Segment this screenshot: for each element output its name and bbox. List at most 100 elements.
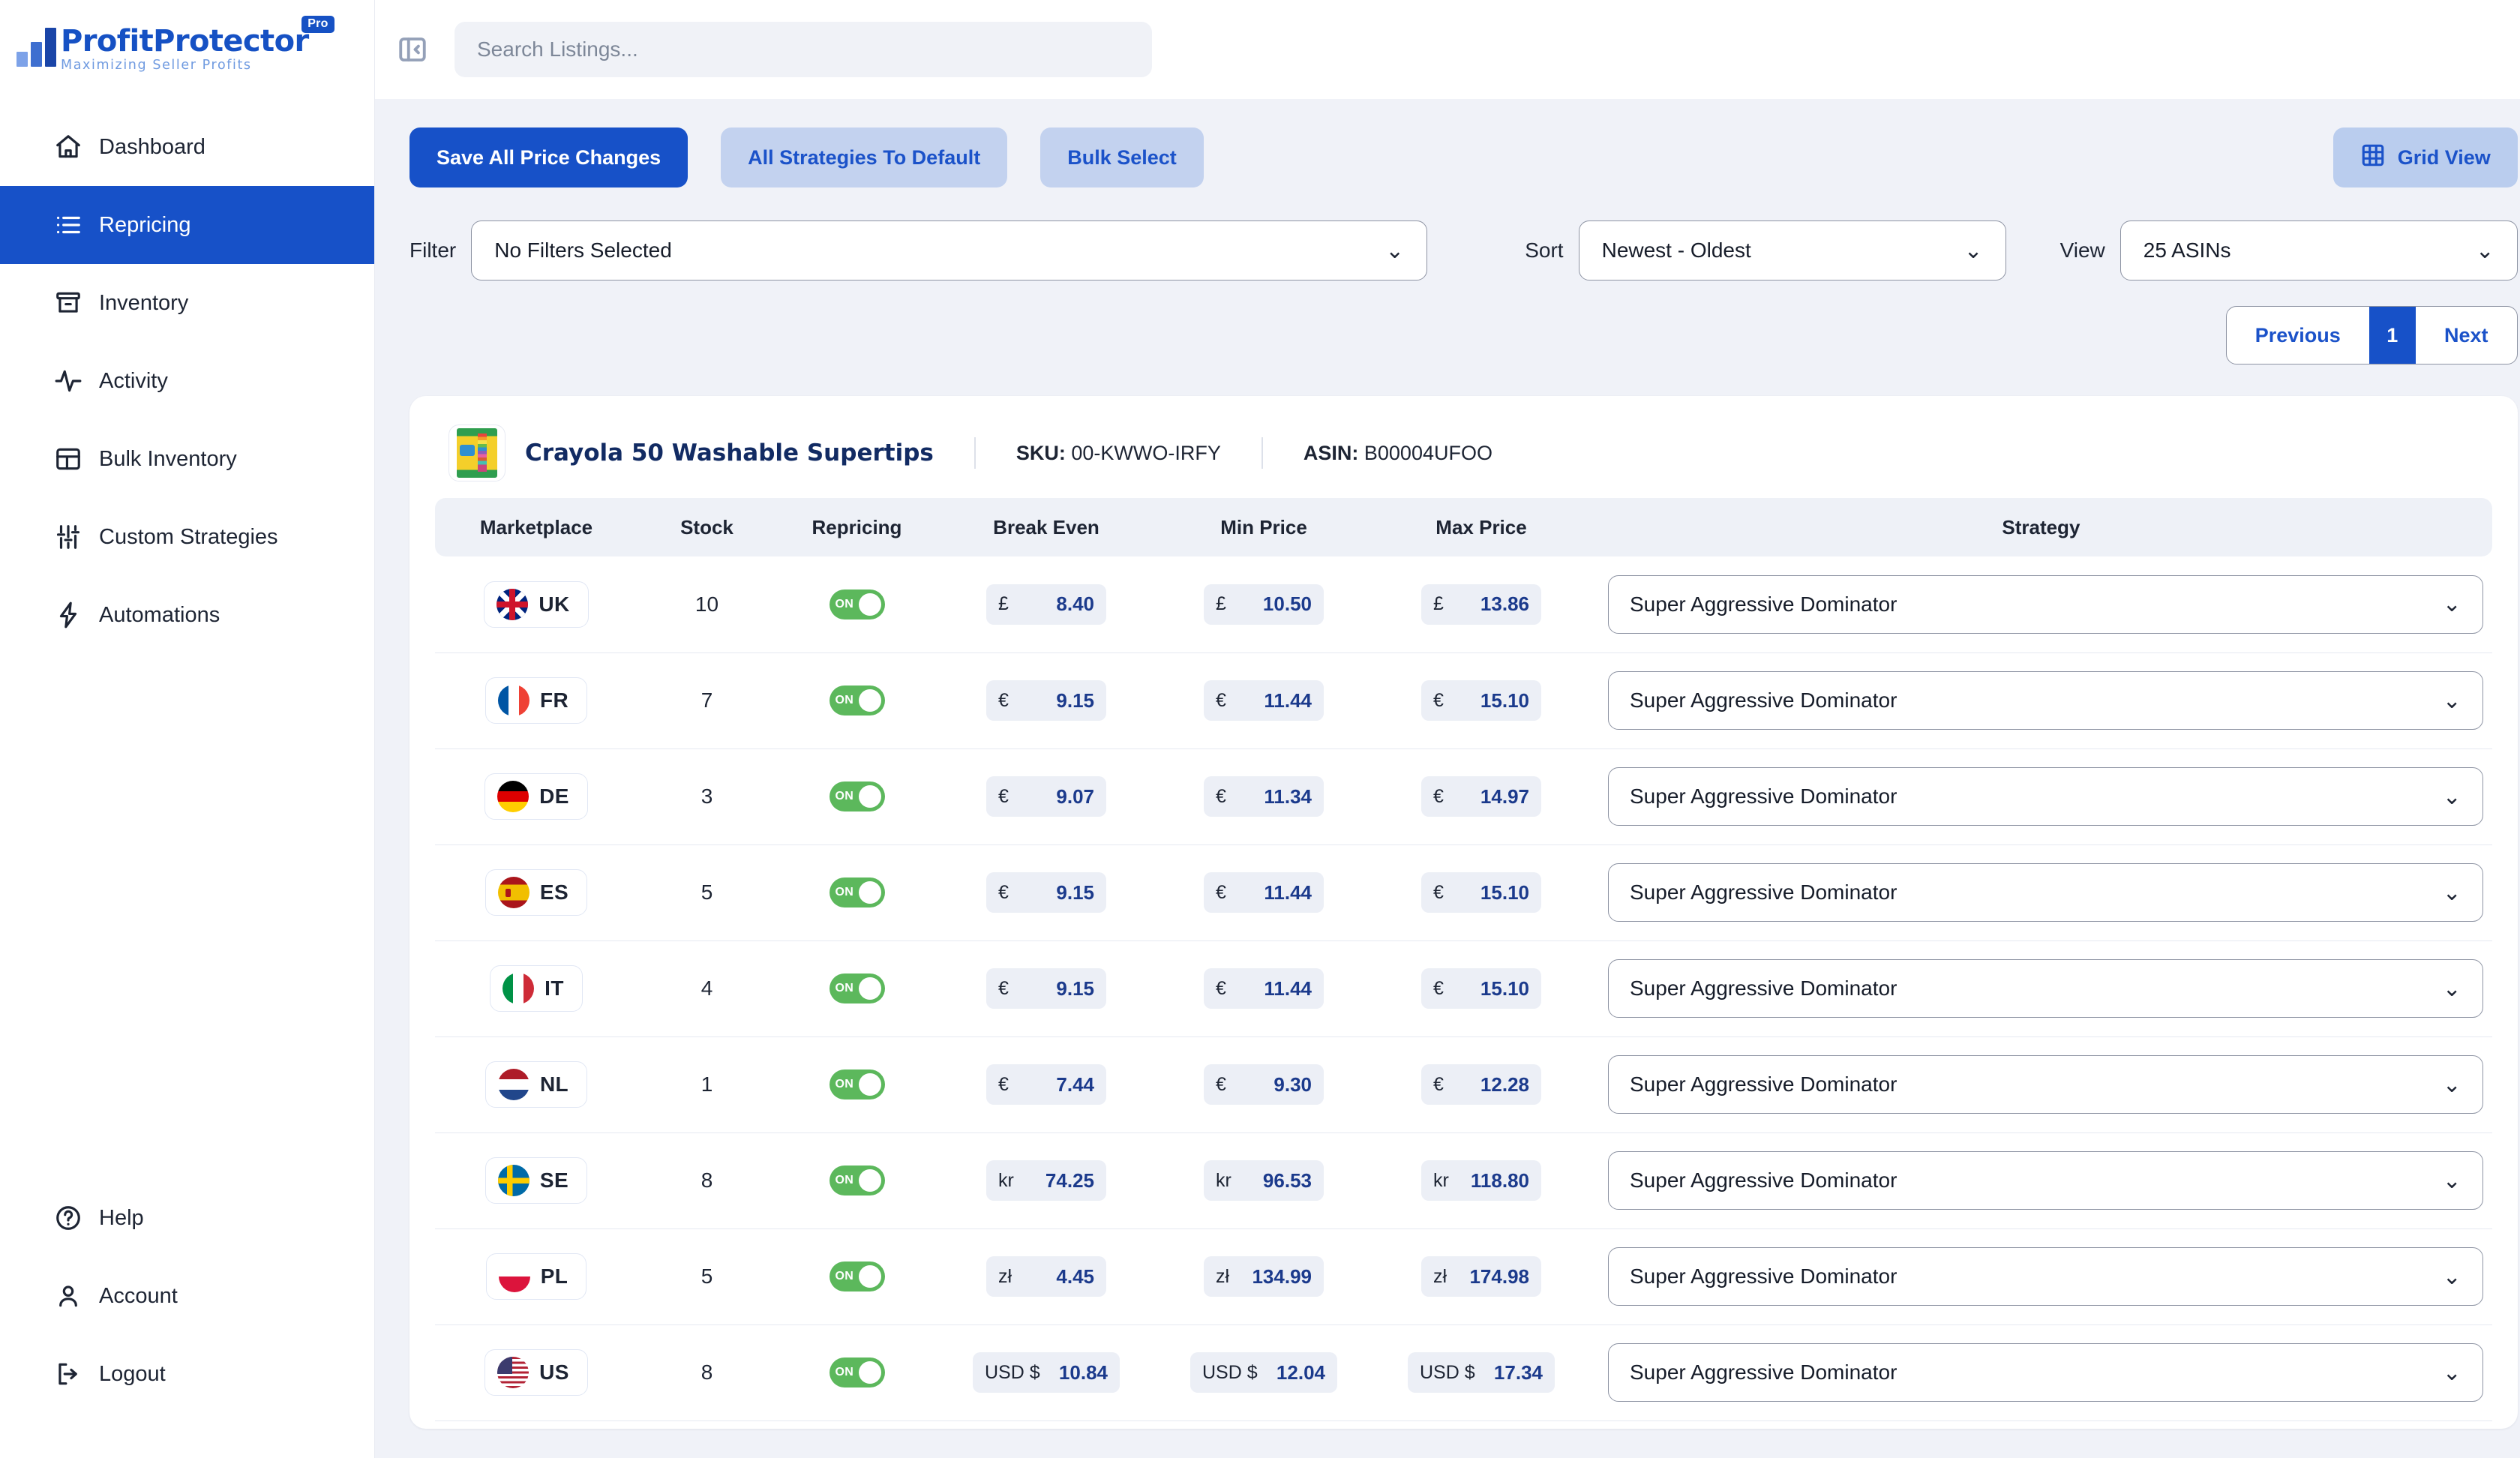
max-price-field[interactable]: €15.10 xyxy=(1421,872,1541,913)
cell-break-even: £8.40 xyxy=(938,556,1155,652)
page-number-1[interactable]: 1 xyxy=(2369,307,2416,364)
marketplace-badge-it[interactable]: IT xyxy=(490,965,583,1012)
strategy-select[interactable]: Super Aggressive Dominator⌄ xyxy=(1608,959,2483,1018)
stock-value: 5 xyxy=(701,1264,713,1288)
max-price-field[interactable]: €12.28 xyxy=(1421,1064,1541,1105)
strategy-select[interactable]: Super Aggressive Dominator⌄ xyxy=(1608,575,2483,634)
marketplace-badge-de[interactable]: DE xyxy=(484,773,588,820)
break-even-value: 4.45 xyxy=(1056,1265,1094,1288)
marketplace-badge-pl[interactable]: PL xyxy=(486,1253,587,1300)
max-price-field[interactable]: €14.97 xyxy=(1421,776,1541,817)
min-price-field[interactable]: USD $12.04 xyxy=(1190,1352,1337,1393)
max-price-value: 17.34 xyxy=(1494,1361,1543,1384)
pro-badge: Pro xyxy=(302,16,334,33)
repricing-toggle[interactable]: ON xyxy=(830,878,885,908)
repricing-toggle[interactable]: ON xyxy=(830,1262,885,1292)
strategy-select[interactable]: Super Aggressive Dominator⌄ xyxy=(1608,1343,2483,1402)
all-strategies-to-default-button[interactable]: All Strategies To Default xyxy=(721,128,1007,188)
marketplace-badge-nl[interactable]: NL xyxy=(485,1061,587,1108)
repricing-toggle[interactable]: ON xyxy=(830,1166,885,1196)
sidebar-item-activity[interactable]: Activity xyxy=(0,342,374,420)
strategy-select[interactable]: Super Aggressive Dominator⌄ xyxy=(1608,863,2483,922)
cell-repricing: ON xyxy=(776,1228,938,1324)
max-price-field[interactable]: zł174.98 xyxy=(1421,1256,1541,1297)
next-page-button[interactable]: Next xyxy=(2416,307,2517,364)
strategy-value: Super Aggressive Dominator xyxy=(1630,1264,1897,1288)
repricing-toggle[interactable]: ON xyxy=(830,686,885,716)
cell-stock: 7 xyxy=(638,652,776,748)
cell-max-price: £13.86 xyxy=(1372,556,1590,652)
min-price-field[interactable]: €11.44 xyxy=(1204,968,1324,1009)
sidebar-item-inventory[interactable]: Inventory xyxy=(0,264,374,342)
bulk-select-button[interactable]: Bulk Select xyxy=(1040,128,1204,188)
sidebar-item-account[interactable]: Account xyxy=(0,1257,374,1335)
toggle-state-label: ON xyxy=(836,1078,854,1091)
sidebar-item-custom-strategies[interactable]: Custom Strategies xyxy=(0,498,374,576)
break-even-field[interactable]: €9.15 xyxy=(986,872,1106,913)
max-price-field[interactable]: €15.10 xyxy=(1421,968,1541,1009)
strategy-select[interactable]: Super Aggressive Dominator⌄ xyxy=(1608,671,2483,730)
sidebar-item-bulk-inventory[interactable]: Bulk Inventory xyxy=(0,420,374,498)
sidebar-item-help[interactable]: Help xyxy=(0,1179,374,1257)
min-price-field[interactable]: €11.44 xyxy=(1204,872,1324,913)
break-even-field[interactable]: zł4.45 xyxy=(986,1256,1106,1297)
strategy-select[interactable]: Super Aggressive Dominator⌄ xyxy=(1608,1247,2483,1306)
product-card: Crayola 50 Washable Supertips SKU: 00-KW… xyxy=(410,396,2518,1429)
flag-icon-es xyxy=(498,877,530,908)
sidebar-item-automations[interactable]: Automations xyxy=(0,576,374,654)
marketplace-badge-se[interactable]: SE xyxy=(485,1157,587,1204)
max-price-field[interactable]: £13.86 xyxy=(1421,584,1541,625)
repricing-toggle[interactable]: ON xyxy=(830,1070,885,1100)
min-price-field[interactable]: €11.34 xyxy=(1204,776,1324,817)
break-even-field[interactable]: £8.40 xyxy=(986,584,1106,625)
min-price-field[interactable]: €9.30 xyxy=(1204,1064,1324,1105)
strategy-value: Super Aggressive Dominator xyxy=(1630,1168,1897,1192)
logo[interactable]: ProfitProtector Maximizing Seller Profit… xyxy=(0,0,374,99)
sort-select[interactable]: Newest - Oldest ⌄ xyxy=(1579,220,2006,280)
repricing-toggle[interactable]: ON xyxy=(830,974,885,1004)
min-price-field[interactable]: £10.50 xyxy=(1204,584,1324,625)
min-price-field[interactable]: zł134.99 xyxy=(1204,1256,1324,1297)
search-input[interactable] xyxy=(454,22,1152,77)
chevron-down-icon: ⌄ xyxy=(2443,1168,2462,1194)
max-price-field[interactable]: USD $17.34 xyxy=(1408,1352,1555,1393)
break-even-field[interactable]: €9.15 xyxy=(986,680,1106,721)
repricing-toggle[interactable]: ON xyxy=(830,782,885,812)
min-price-field[interactable]: €11.44 xyxy=(1204,680,1324,721)
strategy-select[interactable]: Super Aggressive Dominator ⌄ xyxy=(1608,1151,2483,1210)
min-price-value: 11.34 xyxy=(1264,785,1312,808)
sidebar-item-logout[interactable]: Logout xyxy=(0,1335,374,1413)
marketplace-badge-uk[interactable]: UK xyxy=(484,581,588,628)
sidebar-item-dashboard[interactable]: Dashboard xyxy=(0,108,374,186)
marketplace-badge-es[interactable]: ES xyxy=(485,869,587,916)
break-even-field[interactable]: USD $10.84 xyxy=(973,1352,1120,1393)
column-header-marketplace: Marketplace xyxy=(435,498,638,556)
cell-repricing: ON xyxy=(776,1324,938,1420)
sidebar-item-label: Automations xyxy=(99,603,220,628)
filter-select[interactable]: No Filters Selected ⌄ xyxy=(471,220,1427,280)
marketplace-badge-us[interactable]: US xyxy=(484,1349,588,1396)
sidebar-item-repricing[interactable]: Repricing xyxy=(0,186,374,264)
strategy-select[interactable]: Super Aggressive Dominator⌄ xyxy=(1608,767,2483,826)
grid-view-button[interactable]: Grid View xyxy=(2333,128,2518,188)
min-price-field[interactable]: kr96.53 xyxy=(1204,1160,1324,1201)
cell-break-even: USD $10.84 xyxy=(938,1324,1155,1420)
max-price-field[interactable]: kr118.80 xyxy=(1421,1160,1541,1201)
panel-collapse-icon[interactable] xyxy=(394,32,430,68)
view-select[interactable]: 25 ASINs ⌄ xyxy=(2120,220,2518,280)
save-all-price-changes-button[interactable]: Save All Price Changes xyxy=(410,128,688,188)
break-even-field[interactable]: €7.44 xyxy=(986,1064,1106,1105)
break-even-field[interactable]: €9.15 xyxy=(986,968,1106,1009)
marketplace-badge-fr[interactable]: FR xyxy=(485,677,587,724)
currency-symbol: USD $ xyxy=(1202,1362,1258,1384)
repricing-toggle[interactable]: ON xyxy=(830,1358,885,1388)
previous-page-button[interactable]: Previous xyxy=(2227,307,2369,364)
repricing-toggle[interactable]: ON xyxy=(830,590,885,620)
currency-symbol: € xyxy=(1216,1074,1226,1096)
break-even-field[interactable]: €9.07 xyxy=(986,776,1106,817)
break-even-field[interactable]: kr74.25 xyxy=(986,1160,1106,1201)
strategy-select[interactable]: Super Aggressive Dominator⌄ xyxy=(1608,1055,2483,1114)
strategy-value: Super Aggressive Dominator xyxy=(1630,976,1897,1000)
max-price-field[interactable]: €15.10 xyxy=(1421,680,1541,721)
cell-stock: 1 xyxy=(638,1036,776,1132)
